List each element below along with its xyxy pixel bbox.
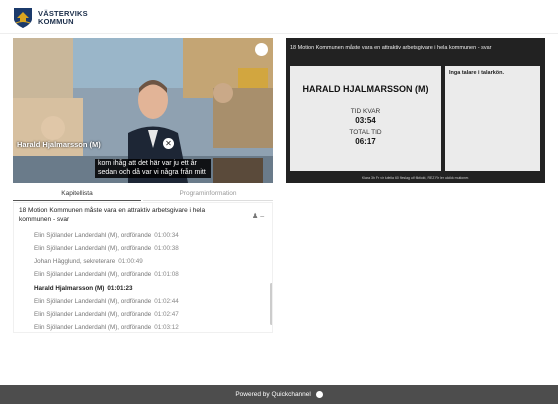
chapter-row-time: 01:02:44	[154, 298, 179, 305]
site-header: VÄSTERVIKS KOMMUN	[0, 0, 558, 34]
chapter-row-name: Johan Hägglund, sekreterare	[34, 258, 116, 265]
subtitle-text: kom ihåg att det här var ju ett år sedan…	[95, 159, 211, 178]
total-time-value: 06:17	[355, 137, 376, 146]
chapter-row-name: Elin Sjölander Landerdahl (M), ordförand…	[34, 298, 152, 305]
municipality-logo-icon[interactable]	[13, 7, 33, 29]
speaker-slide: 18 Motion Kommunen måste vara en attrakt…	[286, 38, 545, 183]
chapter-row[interactable]: Johan Hägglund, sekreterare 01:00:49	[34, 258, 143, 265]
municipality-name-line2: KOMMUN	[38, 17, 74, 26]
video-player[interactable]: Harald Hjalmarsson (M) ✕ kom ihåg att de…	[13, 38, 273, 183]
quickchannel-icon	[315, 390, 323, 398]
chapter-row[interactable]: Harald Hjalmarsson (M) 01:01:23	[34, 285, 133, 292]
chapter-row-time: 01:00:34	[154, 232, 179, 239]
chapter-row[interactable]: Elin Sjölander Landerdahl (M), ordförand…	[34, 271, 179, 278]
chapter-row-time: 01:01:08	[154, 271, 179, 278]
municipality-name[interactable]: VÄSTERVIKS KOMMUN	[38, 10, 88, 26]
chapter-list: 18 Motion Kommunen måste vara en attrakt…	[13, 202, 273, 333]
chapter-row-name: Elin Sjölander Landerdahl (M), ordförand…	[34, 324, 152, 331]
site-footer: Powered by Quickchannel	[0, 385, 558, 404]
chapter-row-name: Elin Sjölander Landerdahl (M), ordförand…	[34, 311, 152, 318]
chapter-row-name: Harald Hjalmarsson (M)	[34, 285, 105, 292]
tab-programinformation[interactable]: Programinformation	[143, 188, 273, 201]
chapter-row-time: 01:02:47	[154, 311, 179, 318]
chapter-icons: ♟ –	[252, 212, 264, 220]
chapter-row-time: 01:00:49	[118, 258, 143, 265]
slide-title: 18 Motion Kommunen måste vara en attrakt…	[290, 45, 492, 51]
speaker-label: Harald Hjalmarsson (M)	[17, 140, 101, 149]
tab-bar: Kapitellista Programinformation	[13, 188, 273, 201]
user-icon[interactable]: ♟	[252, 213, 258, 220]
powered-by-text[interactable]: Powered by Quickchannel	[235, 391, 311, 398]
speaker-queue-panel: Inga talare i talarkön.	[445, 66, 540, 171]
scrollbar[interactable]	[270, 283, 272, 325]
collapse-icon[interactable]: –	[260, 213, 264, 220]
chapter-row-time: 01:00:38	[154, 245, 179, 252]
tab-kapitellista[interactable]: Kapitellista	[13, 188, 141, 201]
chapter-row-time: 01:03:12	[154, 324, 179, 331]
chapter-row-time: 01:01:23	[107, 285, 133, 292]
chapter-row[interactable]: Elin Sjölander Landerdahl (M), ordförand…	[34, 232, 179, 239]
chapter-row[interactable]: Elin Sjölander Landerdahl (M), ordförand…	[34, 311, 179, 318]
close-icon[interactable]: ✕	[163, 138, 174, 149]
chapter-row-name: Elin Sjölander Landerdahl (M), ordförand…	[34, 271, 152, 278]
current-speaker-name: HARALD HJALMARSSON (M)	[302, 84, 429, 94]
chapter-row-name: Elin Sjölander Landerdahl (M), ordförand…	[34, 245, 152, 252]
chapter-row[interactable]: Elin Sjölander Landerdahl (M), ordförand…	[34, 324, 179, 331]
time-left-label: TID KVAR	[350, 108, 381, 115]
speaker-info-panel: HARALD HJALMARSSON (M) TID KVAR 03:54 TO…	[290, 66, 441, 171]
chapter-row-name: Elin Sjölander Landerdahl (M), ordförand…	[34, 232, 152, 239]
speaker-queue-text: Inga talare i talarkön.	[449, 70, 505, 76]
chapter-row[interactable]: Elin Sjölander Landerdahl (M), ordförand…	[34, 298, 179, 305]
chapter-title[interactable]: 18 Motion Kommunen måste vara en attrakt…	[19, 206, 229, 224]
time-left-value: 03:54	[355, 116, 376, 125]
chapter-row[interactable]: Elin Sjölander Landerdahl (M), ordförand…	[34, 245, 179, 252]
quickchannel-icon[interactable]	[255, 43, 268, 56]
slide-footer-text: Klara 3h Fr vir lufelia 60 fleslag ulf f…	[361, 176, 470, 180]
total-time-label: TOTAL TID	[349, 129, 382, 136]
